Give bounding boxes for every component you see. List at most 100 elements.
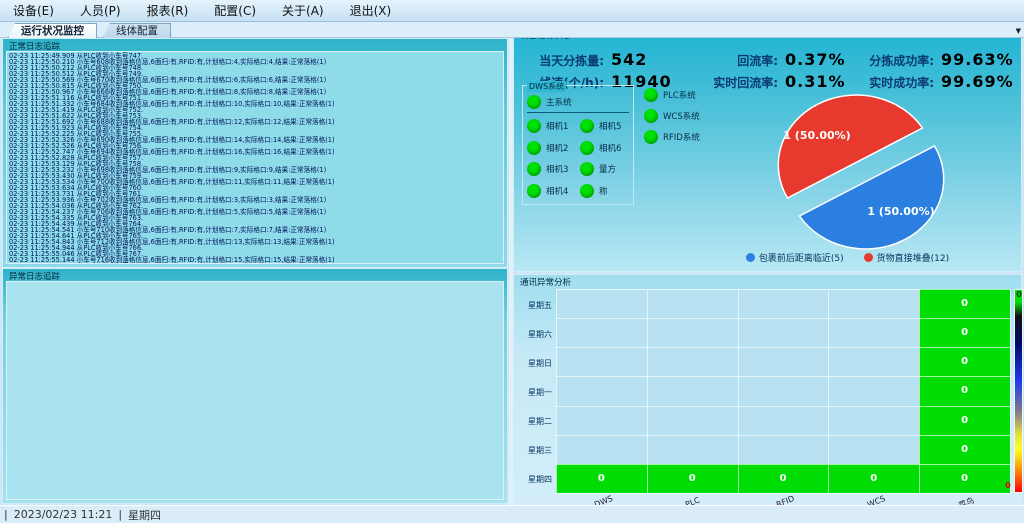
statusbar-sep: | [4,508,8,521]
indicator-label: PLC系统 [663,89,696,101]
abnormal-log-list[interactable] [6,281,504,500]
status-light-icon [644,88,658,102]
abnormal-log-title: 异常日志追踪 [9,270,60,282]
indicator-label: 称 [599,185,608,197]
indicator-label: 相机1 [546,120,568,132]
tab-line-config[interactable]: 线体配置 [103,23,171,38]
status-light-icon [527,95,541,109]
log-line: 02-23 11:25:55.173 从PLC收到小车号768. [9,263,503,264]
gridline [556,289,557,493]
comm-error-panel: 通讯异常分析 00000000000 星期五星期六星期日星期一星期二星期三星期四… [513,274,1022,506]
indicator-label: 相机6 [599,142,621,154]
heatmap-cell: 0 [919,318,1010,347]
device-status-panel: 设备运行状态 当天分拣量:542回流率:0.37%分拣成功率:99.63%线速(… [513,27,1022,272]
system-indicator: 相机3 [527,162,580,176]
status-light-icon [527,162,541,176]
status-light-icon [580,141,594,155]
heatmap-cell: 0 [556,464,647,493]
status-light-icon [527,119,541,133]
status-light-icon [580,162,594,176]
status-light-icon [580,119,594,133]
gridline [919,289,920,493]
dws-box-title: DWS系统 [527,81,566,92]
svg-text:1 (50.00%): 1 (50.00%) [867,205,934,218]
menu-item[interactable]: 配置(C) [201,0,269,22]
stat-value: 0.37% [785,50,846,69]
stat: 当天分拣量:542 [524,50,696,69]
menu-item[interactable]: 关于(A) [269,0,337,22]
svg-text:1 (50.00%): 1 (50.00%) [783,129,850,142]
stat-label: 回流率: [696,52,778,69]
normal-log-panel: 正常日志追踪 02-23 11:25:49.909 从PLC收到小车号747.0… [2,38,508,268]
system-indicator: 相机6 [580,141,633,155]
heatmap-cell: 0 [919,347,1010,376]
legend-label: 包裹前后距离临近(5) [759,251,844,264]
gridline [828,289,829,493]
menu-item[interactable]: 设备(E) [0,0,67,22]
legend-dot-icon [864,253,873,262]
tab-bar: 运行状况监控 线体配置 [0,22,1024,38]
systems-indicator-list: PLC系统 WCS系统 RFID系统 [644,88,700,144]
heatmap-plot: 00000000000 [556,289,1010,493]
status-light-icon [580,184,594,198]
heatmap-cell: 0 [738,464,829,493]
colorbar-min-label: 0 [1003,481,1013,490]
system-indicator: 相机5 [580,119,633,133]
system-indicator: WCS系统 [644,109,700,123]
indicator-label: 相机4 [546,185,568,197]
heatmap-cell: 0 [647,464,738,493]
pie-chart: 1 (50.00%) 1 (50.00%) [741,89,981,255]
dws-main-label: 主系统 [546,96,572,108]
heatmap-cell: 0 [919,464,1010,493]
heatmap-row-label: 星期三 [514,445,552,456]
heatmap-row-label: 星期四 [514,474,552,485]
status-light-icon [527,184,541,198]
statusbar-sep2: | [118,508,122,521]
normal-log-list[interactable]: 02-23 11:25:49.909 从PLC收到小车号747.02-23 11… [6,51,504,264]
legend-item[interactable]: 货物直接堆叠(12) [864,251,949,264]
comm-error-title: 通讯异常分析 [520,276,571,288]
stat-label: 分拣成功率: [854,52,934,69]
system-indicator: 相机2 [527,141,580,155]
heatmap-row-label: 星期五 [514,300,552,311]
stat-value: 99.63% [941,50,1014,69]
indicator-label: 相机5 [599,120,621,132]
status-light-icon [644,130,658,144]
system-indicator: PLC系统 [644,88,700,102]
indicator-label: 相机3 [546,163,568,175]
indicator-label: RFID系统 [663,131,700,143]
legend-item[interactable]: 包裹前后距离临近(5) [746,251,844,264]
system-indicator: 相机4 [527,184,580,198]
menu-bar: 设备(E)人员(P)报表(R)配置(C)关于(A)退出(X) [0,0,1024,22]
heatmap-cell: 0 [919,406,1010,435]
user-dropdown-arrow-icon[interactable]: ▼ [1016,27,1021,35]
gridline [556,493,1010,494]
stat: 回流率: 0.37% [696,50,854,69]
system-indicator: 相机1 [527,119,580,133]
statusbar-datetime: 2023/02/23 11:21 [14,508,113,521]
gridline [556,435,1010,436]
menu-item[interactable]: 退出(X) [337,0,405,22]
gridline [556,289,1010,290]
menu-item[interactable]: 人员(P) [67,0,134,22]
heatmap-cell: 0 [919,289,1010,318]
heatmap-cell: 0 [828,464,919,493]
system-indicator: 量方 [580,162,633,176]
gridline [738,289,739,493]
menu-item[interactable]: 报表(R) [134,0,202,22]
gridline [556,464,1010,465]
dws-main-indicator: 主系统 [527,91,629,113]
abnormal-log-panel: 异常日志追踪 [2,268,508,504]
gridline [1010,289,1011,493]
status-bar: | 2023/02/23 11:21 | 星期四 [0,505,1024,523]
normal-log-title: 正常日志追踪 [9,40,60,52]
indicator-label: 相机2 [546,142,568,154]
legend-dot-icon [746,253,755,262]
tab-run-status-monitor[interactable]: 运行状况监控 [8,23,97,38]
gridline [556,376,1010,377]
dws-system-box: DWS系统 主系统 相机1相机2相机3相机4相机5相机6量方称 [522,85,634,205]
statusbar-weekday: 星期四 [128,507,161,523]
system-indicator: RFID系统 [644,130,700,144]
legend-label: 货物直接堆叠(12) [877,251,949,264]
dws-items-grid: 相机1 相机2 相机3 相机4 相机5 相机6 量方称 [527,115,633,202]
